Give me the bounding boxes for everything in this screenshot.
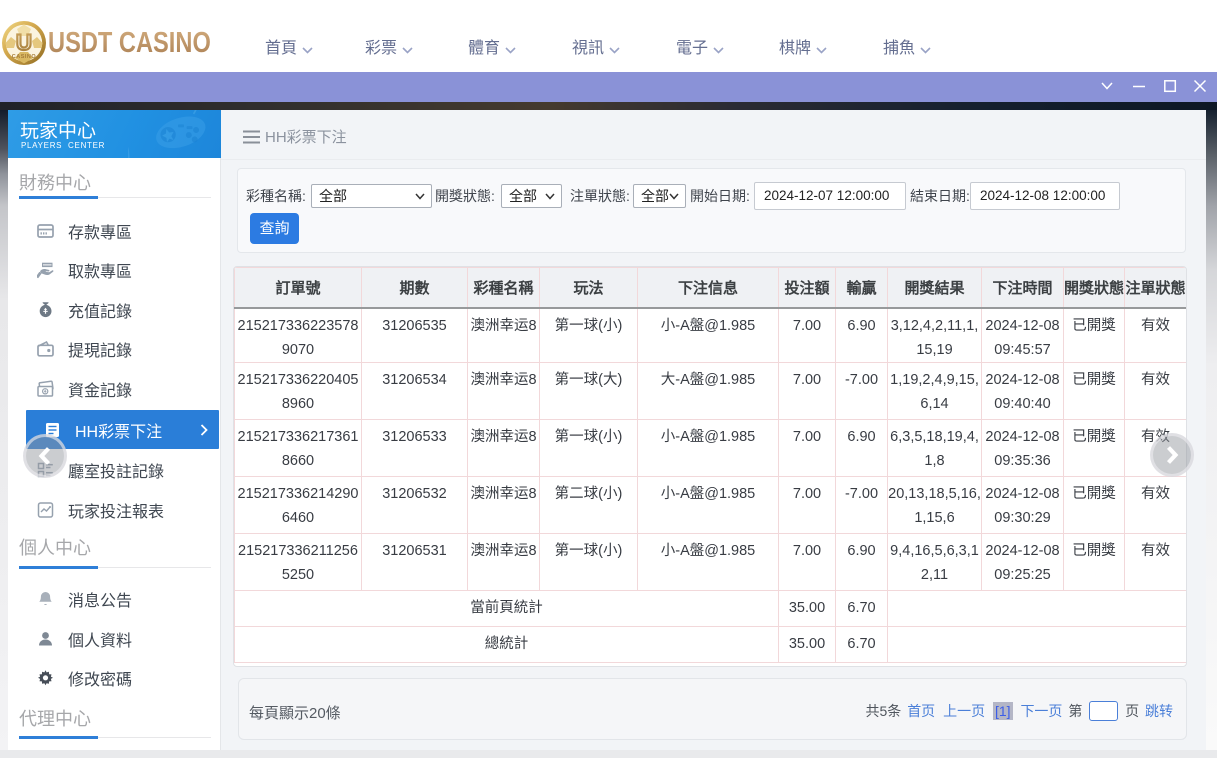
svg-text:U: U [16,30,32,55]
svg-text:CASINO: CASINO [12,54,37,60]
